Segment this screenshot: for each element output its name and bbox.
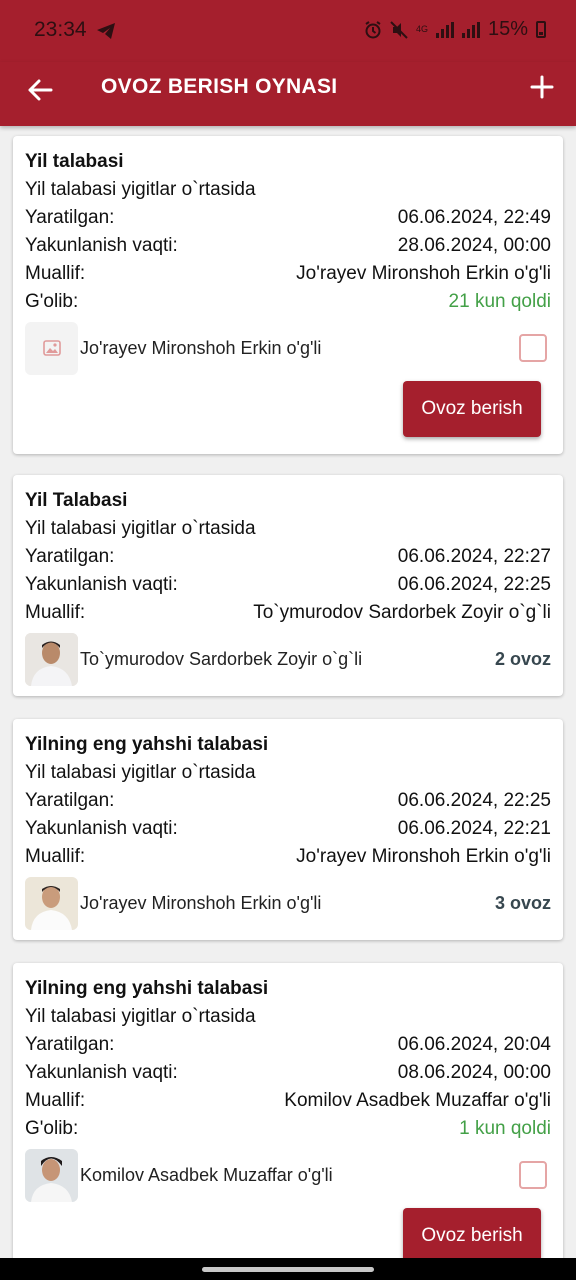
poll-title: Yil Talabasi xyxy=(25,490,128,511)
poll-subtitle: Yil talabasi yigitlar o`rtasida xyxy=(25,179,256,200)
poll-card: Yilning eng yahshi talabasi Yil talabasi… xyxy=(13,963,563,1258)
author-row: Muallif: Jo'rayev Mironshoh Erkin o'g'li xyxy=(25,843,551,871)
created-value: 06.06.2024, 20:04 xyxy=(397,1034,551,1055)
battery-icon xyxy=(536,21,546,38)
author-label: Muallif: xyxy=(25,846,86,867)
app-bar: OVOZ BERISH OYNASI xyxy=(0,62,576,126)
avatar xyxy=(25,1148,78,1202)
avatar xyxy=(25,632,78,686)
candidate-item[interactable]: Komilov Asadbek Muzaffar o'g'li xyxy=(25,1147,551,1203)
author-value: Jo'rayev Mironshoh Erkin o'g'li xyxy=(296,846,551,867)
poll-card: Yilning eng yahshi talabasi Yil talabasi… xyxy=(13,719,563,940)
status-time: 23:34 xyxy=(34,18,87,41)
telegram-icon xyxy=(97,23,115,39)
created-value: 06.06.2024, 22:49 xyxy=(397,207,551,228)
vote-checkbox[interactable] xyxy=(519,1161,547,1189)
ends-label: Yakunlanish vaqti: xyxy=(25,235,178,256)
mute-icon xyxy=(390,20,408,39)
candidate-name: Komilov Asadbek Muzaffar o'g'li xyxy=(80,1164,333,1185)
created-row: Yaratilgan: 06.06.2024, 22:49 xyxy=(25,204,551,232)
author-value: Jo'rayev Mironshoh Erkin o'g'li xyxy=(296,263,551,284)
created-row: Yaratilgan: 06.06.2024, 20:04 xyxy=(25,1031,551,1059)
page-title: OVOZ BERISH OYNASI xyxy=(101,75,338,98)
time-left: 21 kun qoldi xyxy=(448,291,551,312)
poll-list[interactable]: Yil talabasi Yil talabasi yigitlar o`rta… xyxy=(0,126,576,1258)
plus-icon[interactable] xyxy=(530,74,554,100)
created-value: 06.06.2024, 22:25 xyxy=(397,790,551,811)
poll-card: Yil Talabasi Yil talabasi yigitlar o`rta… xyxy=(13,475,563,696)
vote-button[interactable]: Ovoz berish xyxy=(403,381,541,437)
ends-row: Yakunlanish vaqti: 06.06.2024, 22:25 xyxy=(25,571,551,599)
winner-row: G'olib: 21 kun qoldi xyxy=(25,288,551,316)
winner-label: G'olib: xyxy=(25,291,79,312)
winner-row: G'olib: 1 kun qoldi xyxy=(25,1115,551,1143)
poll-title: Yilning eng yahshi talabasi xyxy=(25,734,269,755)
poll-subtitle: Yil talabasi yigitlar o`rtasida xyxy=(25,762,256,783)
battery-percent: 15% xyxy=(487,18,528,40)
signal-icon-2 xyxy=(461,21,480,38)
ends-row: Yakunlanish vaqti: 28.06.2024, 00:00 xyxy=(25,232,551,260)
network-type: 4G xyxy=(415,24,428,34)
ends-value: 08.06.2024, 00:00 xyxy=(397,1062,551,1083)
ends-label: Yakunlanish vaqti: xyxy=(25,818,178,839)
system-nav-bar xyxy=(0,1258,576,1280)
poll-title: Yil talabasi xyxy=(25,151,124,172)
avatar xyxy=(25,876,78,930)
vote-count: 3 ovoz xyxy=(494,892,551,913)
candidate-name: To`ymurodov Sardorbek Zoyir o`g`li xyxy=(80,648,363,669)
ends-value: 06.06.2024, 22:21 xyxy=(397,818,551,839)
author-row: Muallif: Komilov Asadbek Muzaffar o'g'li xyxy=(25,1087,551,1115)
ends-row: Yakunlanish vaqti: 06.06.2024, 22:21 xyxy=(25,815,551,843)
created-value: 06.06.2024, 22:27 xyxy=(397,546,551,567)
created-label: Yaratilgan: xyxy=(25,790,115,811)
created-row: Yaratilgan: 06.06.2024, 22:27 xyxy=(25,543,551,571)
ends-label: Yakunlanish vaqti: xyxy=(25,1062,178,1083)
image-placeholder-icon xyxy=(25,321,78,375)
poll-subtitle: Yil talabasi yigitlar o`rtasida xyxy=(25,1006,256,1027)
candidate-name: Jo'rayev Mironshoh Erkin o'g'li xyxy=(80,337,322,358)
ends-value: 28.06.2024, 00:00 xyxy=(397,235,551,256)
candidate-item[interactable]: To`ymurodov Sardorbek Zoyir o`g`li 2 ovo… xyxy=(25,631,551,687)
alarm-icon xyxy=(365,20,381,38)
signal-icon xyxy=(435,21,454,38)
author-label: Muallif: xyxy=(25,602,86,623)
status-bar: 23:34 4G 15% xyxy=(0,0,576,62)
created-label: Yaratilgan: xyxy=(25,546,115,567)
author-label: Muallif: xyxy=(25,1090,86,1111)
candidate-item[interactable]: Jo'rayev Mironshoh Erkin o'g'li xyxy=(25,320,551,376)
created-label: Yaratilgan: xyxy=(25,207,115,228)
author-value: To`ymurodov Sardorbek Zoyir o`g`li xyxy=(253,602,551,623)
vote-button[interactable]: Ovoz berish xyxy=(403,1208,541,1258)
author-value: Komilov Asadbek Muzaffar o'g'li xyxy=(284,1090,551,1111)
ends-label: Yakunlanish vaqti: xyxy=(25,574,178,595)
created-label: Yaratilgan: xyxy=(25,1034,115,1055)
time-left: 1 kun qoldi xyxy=(459,1118,551,1139)
created-row: Yaratilgan: 06.06.2024, 22:25 xyxy=(25,787,551,815)
author-row: Muallif: To`ymurodov Sardorbek Zoyir o`g… xyxy=(25,599,551,627)
poll-title: Yilning eng yahshi talabasi xyxy=(25,978,269,999)
ends-value: 06.06.2024, 22:25 xyxy=(397,574,551,595)
author-row: Muallif: Jo'rayev Mironshoh Erkin o'g'li xyxy=(25,260,551,288)
vote-checkbox[interactable] xyxy=(519,334,547,362)
arrow-left-icon[interactable] xyxy=(26,76,54,104)
poll-subtitle: Yil talabasi yigitlar o`rtasida xyxy=(25,518,256,539)
home-gesture-handle[interactable] xyxy=(202,1267,374,1272)
candidate-item[interactable]: Jo'rayev Mironshoh Erkin o'g'li 3 ovoz xyxy=(25,875,551,931)
candidate-name: Jo'rayev Mironshoh Erkin o'g'li xyxy=(80,892,322,913)
poll-card: Yil talabasi Yil talabasi yigitlar o`rta… xyxy=(13,136,563,454)
status-icons: 4G 15% xyxy=(364,18,546,41)
winner-label: G'olib: xyxy=(25,1118,79,1139)
vote-count: 2 ovoz xyxy=(494,648,551,669)
ends-row: Yakunlanish vaqti: 08.06.2024, 00:00 xyxy=(25,1059,551,1087)
author-label: Muallif: xyxy=(25,263,86,284)
